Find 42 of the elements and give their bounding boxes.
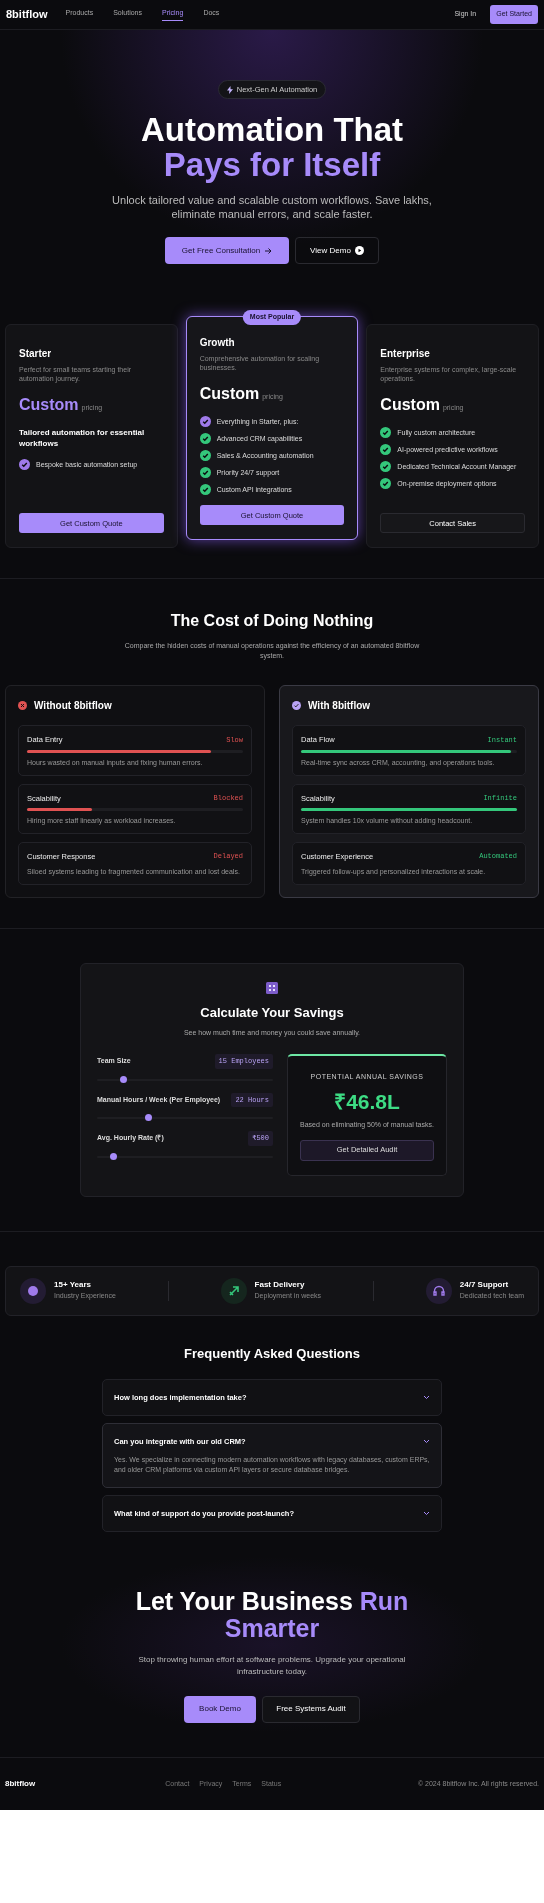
logo[interactable]: 8bitflow [6,6,48,23]
consultation-button[interactable]: Get Free Consultation [165,237,289,265]
hero-title-accent: Pays for Itself [163,147,381,184]
chevron-down-icon [423,1510,430,1516]
calculator-icon [266,982,278,994]
slider-thumb[interactable] [145,1114,153,1121]
check-circle-icon [292,701,301,711]
plan-name: Enterprise [380,347,431,362]
book-demo-button[interactable]: Book Demo [184,1695,256,1723]
cta-title: Let Your Business Run Smarter [134,1587,410,1642]
plan-price: Custom [380,395,440,416]
plan-tagline: Tailored automation for essential workflows [19,427,146,450]
calculator-title: Calculate Your Savings [200,1004,344,1022]
footer-logo: 8bitflow [5,1777,36,1790]
stat-title: Fast Delivery [254,1279,306,1292]
x-circle-icon [18,701,27,711]
rocket-icon [220,1277,247,1304]
faq-title: Frequently Asked Questions [184,1344,360,1363]
stat-title: 15+ Years [54,1279,92,1292]
slider-thumb[interactable] [109,1152,117,1160]
chevron-down-icon [423,1439,430,1445]
savings-amount: ₹46.8L [334,1088,400,1115]
hero-title: Automation That [140,113,404,148]
panel-title: With 8bitflow [308,699,371,714]
systems-audit-button[interactable]: Free Systems Audit [262,1695,360,1723]
hero-subtitle: Unlock tailored value and scalable custom workflows. Save lakhs, eliminate manual errors, and scale faster. [111,193,433,222]
section-title: The Cost of Doing Nothing [170,611,374,632]
plan-name: Starter [19,347,53,362]
panel-title: Without 8bitflow [34,699,112,714]
chevron-down-icon [423,1395,430,1401]
slider-thumb[interactable] [120,1075,128,1083]
plan-price: Custom [199,384,260,405]
plan-name: Growth [199,336,236,351]
headset-icon [425,1277,452,1304]
lightning-icon [226,85,233,94]
play-icon [354,246,364,256]
cta-subtitle: Stop throwing human effort at software problems. Upgrade your operational infrastructure today. [137,1653,407,1678]
faq-item[interactable] [102,1423,442,1488]
view-demo-button[interactable]: View Demo [295,237,379,265]
arrow-right-icon [264,246,273,255]
plan-price: Custom [19,395,79,416]
stat-title: 24/7 Support [459,1279,510,1292]
